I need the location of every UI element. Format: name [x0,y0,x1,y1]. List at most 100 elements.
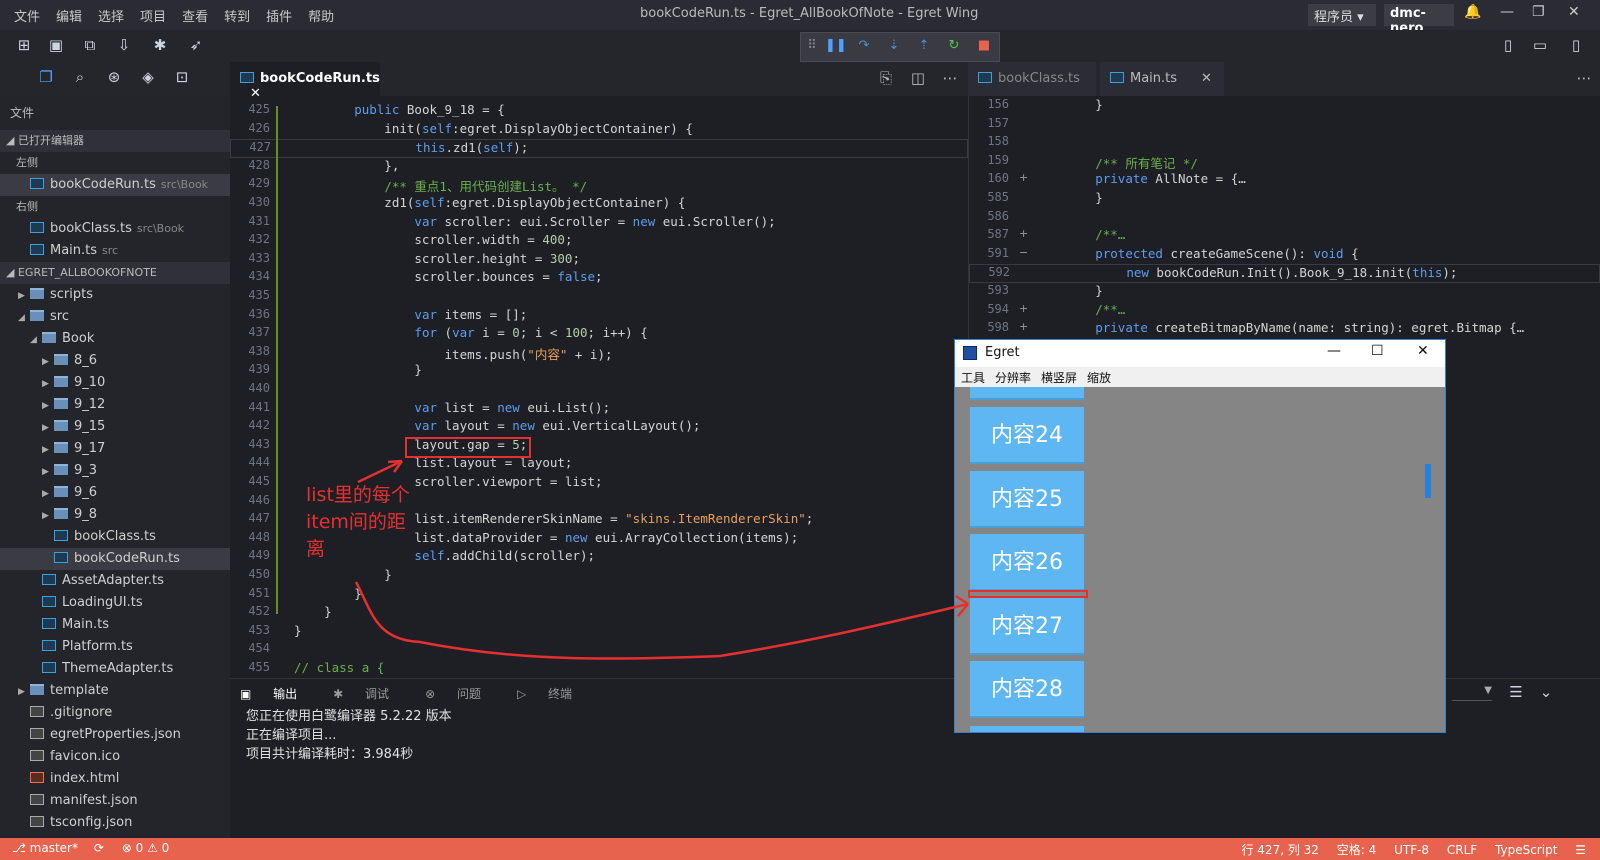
close-button[interactable]: ✕ [1568,4,1580,20]
open-editor-item[interactable]: bookCodeRun.ts src\Book [0,174,230,196]
code-line[interactable]: 587 + /**… [969,227,1600,246]
code-line[interactable]: 443 layout.gap = 5; [230,437,968,456]
code-line[interactable]: 592 new bookCodeRun.Init().Book_9_18.ini… [969,264,1600,283]
code-line[interactable]: 451 } [230,586,968,605]
indentation[interactable]: 空格: 4 [1337,843,1377,857]
chevron-down-icon[interactable]: ◢ [18,307,30,329]
split-editor-icon[interactable]: ◫ [908,69,928,89]
egret-maximize-button[interactable]: ☐ [1371,343,1384,359]
egret-minimize-button[interactable]: — [1327,343,1341,359]
tree-folder[interactable]: ◢ src [0,306,230,328]
tree-file[interactable]: Main.ts [0,614,230,636]
list-item[interactable]: 内容28 [970,661,1084,718]
fold-toggle-icon[interactable]: + [1019,302,1028,315]
code-line[interactable]: 157 [969,116,1600,135]
sync-icon[interactable]: ⟳ [94,841,104,855]
code-line[interactable]: 429 /** 重点1、用代码创建List。 */ [230,176,968,195]
code-line[interactable]: 591− protected createGameScene(): void { [969,246,1600,265]
code-line[interactable]: 426 init(self:egret.DisplayObjectContain… [230,121,968,140]
drag-handle-icon[interactable]: ⠿ [803,38,821,53]
language-mode[interactable]: TypeScript [1495,843,1557,857]
menu-item[interactable]: 帮助 [300,6,342,25]
tree-file[interactable]: .gitignore [0,702,230,724]
egret-canvas[interactable]: 内容24 内容25 内容26 内容27 内容28 [955,387,1445,732]
tab-main[interactable]: Main.ts ✕ [1100,62,1224,96]
chevron-right-icon[interactable]: ▶ [42,417,54,439]
egret-menu-item[interactable]: 缩放 [1087,371,1111,385]
find-icon[interactable]: ⎘ [876,69,896,89]
close-icon[interactable]: ✕ [1201,71,1212,86]
open-editors-section[interactable]: ◢ 已打开编辑器 [0,130,230,152]
panel-tab[interactable]: ✱ 调试 [333,687,407,701]
code-line[interactable]: 438 items.push("内容" + i); [230,344,968,363]
tree-file[interactable]: favicon.ico [0,746,230,768]
rocket-icon[interactable]: ➶ [186,36,206,56]
tree-folder[interactable]: ▶ template [0,680,230,702]
explorer-icon[interactable]: ❐ [36,68,56,88]
code-line[interactable]: 160 + private AllNote = {… [969,171,1600,190]
code-line[interactable]: 437 for (var i = 0; i < 100; i++) { [230,325,968,344]
git-branch[interactable]: master* [30,841,78,855]
code-line[interactable]: 427 this.zd1(self); [230,139,968,158]
code-line[interactable]: 455 // class a { [230,660,968,678]
chevron-right-icon[interactable]: ▶ [42,373,54,395]
project-section[interactable]: ◢ EGRET_ALLBOOKOFNOTE [0,262,230,284]
bell-icon[interactable]: 🔔 [1464,4,1481,20]
chevron-right-icon[interactable]: ▶ [42,483,54,505]
scrollbar[interactable] [1425,464,1431,498]
debug-bug-icon[interactable]: ✱ [150,36,170,56]
code-editor[interactable]: 425 public Book_9_18 = {426 init(self:eg… [230,96,968,678]
warning-count[interactable]: 0 [162,841,170,855]
publish-icon[interactable]: ⇩ [114,36,134,56]
feedback-icon[interactable]: ☰ [1575,843,1586,857]
extensions-icon[interactable]: ⊛ [104,68,124,88]
menu-item[interactable]: 项目 [132,6,174,25]
tree-folder[interactable]: ▶ scripts [0,284,230,306]
save-icon[interactable]: ▣ [46,36,66,56]
code-line[interactable]: 430 zd1(self:egret.DisplayObjectContaine… [230,195,968,214]
egret-close-button[interactable]: ✕ [1417,343,1429,359]
list-item[interactable]: 内容25 [970,470,1084,528]
list-item[interactable]: 内容24 [970,407,1084,464]
chevron-right-icon[interactable]: ▶ [18,285,30,307]
tree-file[interactable]: bookClass.ts [0,526,230,548]
pause-icon[interactable]: ❚❚ [825,38,847,53]
new-project-icon[interactable]: ⊞ [14,36,34,56]
code-line[interactable]: 598 + private createBitmapByName(name: st… [969,320,1600,339]
step-into-icon[interactable]: ⇣ [885,38,903,53]
tree-file[interactable]: index.html [0,768,230,790]
code-line[interactable]: 428 }, [230,158,968,177]
clear-output-icon[interactable]: ☰ [1506,683,1526,703]
tree-file[interactable]: manifest.json [0,790,230,812]
menu-item[interactable]: 编辑 [48,6,90,25]
code-line[interactable]: 594 + /**… [969,302,1600,321]
code-line[interactable]: 156 } [969,97,1600,116]
debug-view-icon[interactable]: ⊡ [172,68,192,88]
tree-folder[interactable]: ▶ 9_8 [0,504,230,526]
tree-folder[interactable]: ▶ 9_10 [0,372,230,394]
code-line[interactable]: 440 [230,381,968,400]
restore-button[interactable]: ❐ [1532,4,1545,20]
list-item-partial[interactable] [970,726,1084,732]
code-line[interactable]: 585 } [969,190,1600,209]
save-all-icon[interactable]: ⧉ [80,36,100,56]
chevron-down-icon[interactable]: ◢ [30,329,42,351]
panel-tab[interactable]: ▣ 输出 [240,687,315,701]
open-editor-item[interactable]: bookClass.ts src\Book [0,218,230,240]
egret-menu-item[interactable]: 横竖屏 [1041,371,1077,385]
tree-folder[interactable]: ▶ 9_17 [0,438,230,460]
egret-menu-item[interactable]: 工具 [961,371,985,385]
code-line[interactable]: 452 } [230,604,968,623]
code-line[interactable]: 444 list.layout = layout; [230,455,968,474]
panel-tab[interactable]: ⊗ 问题 [425,687,499,701]
code-line[interactable]: 454 [230,641,968,660]
fold-toggle-icon[interactable]: + [1019,171,1028,184]
layout-left-icon[interactable]: ▯ [1498,36,1518,56]
menu-item[interactable]: 查看 [174,6,216,25]
egret-menu-item[interactable]: 分辨率 [995,371,1031,385]
tab-bookclass[interactable]: bookClass.ts [968,62,1096,96]
end-of-line[interactable]: CRLF [1447,843,1477,857]
tree-file[interactable]: ThemeAdapter.ts [0,658,230,680]
minimize-button[interactable]: — [1500,4,1514,20]
code-line[interactable]: 434 scroller.bounces = false; [230,269,968,288]
